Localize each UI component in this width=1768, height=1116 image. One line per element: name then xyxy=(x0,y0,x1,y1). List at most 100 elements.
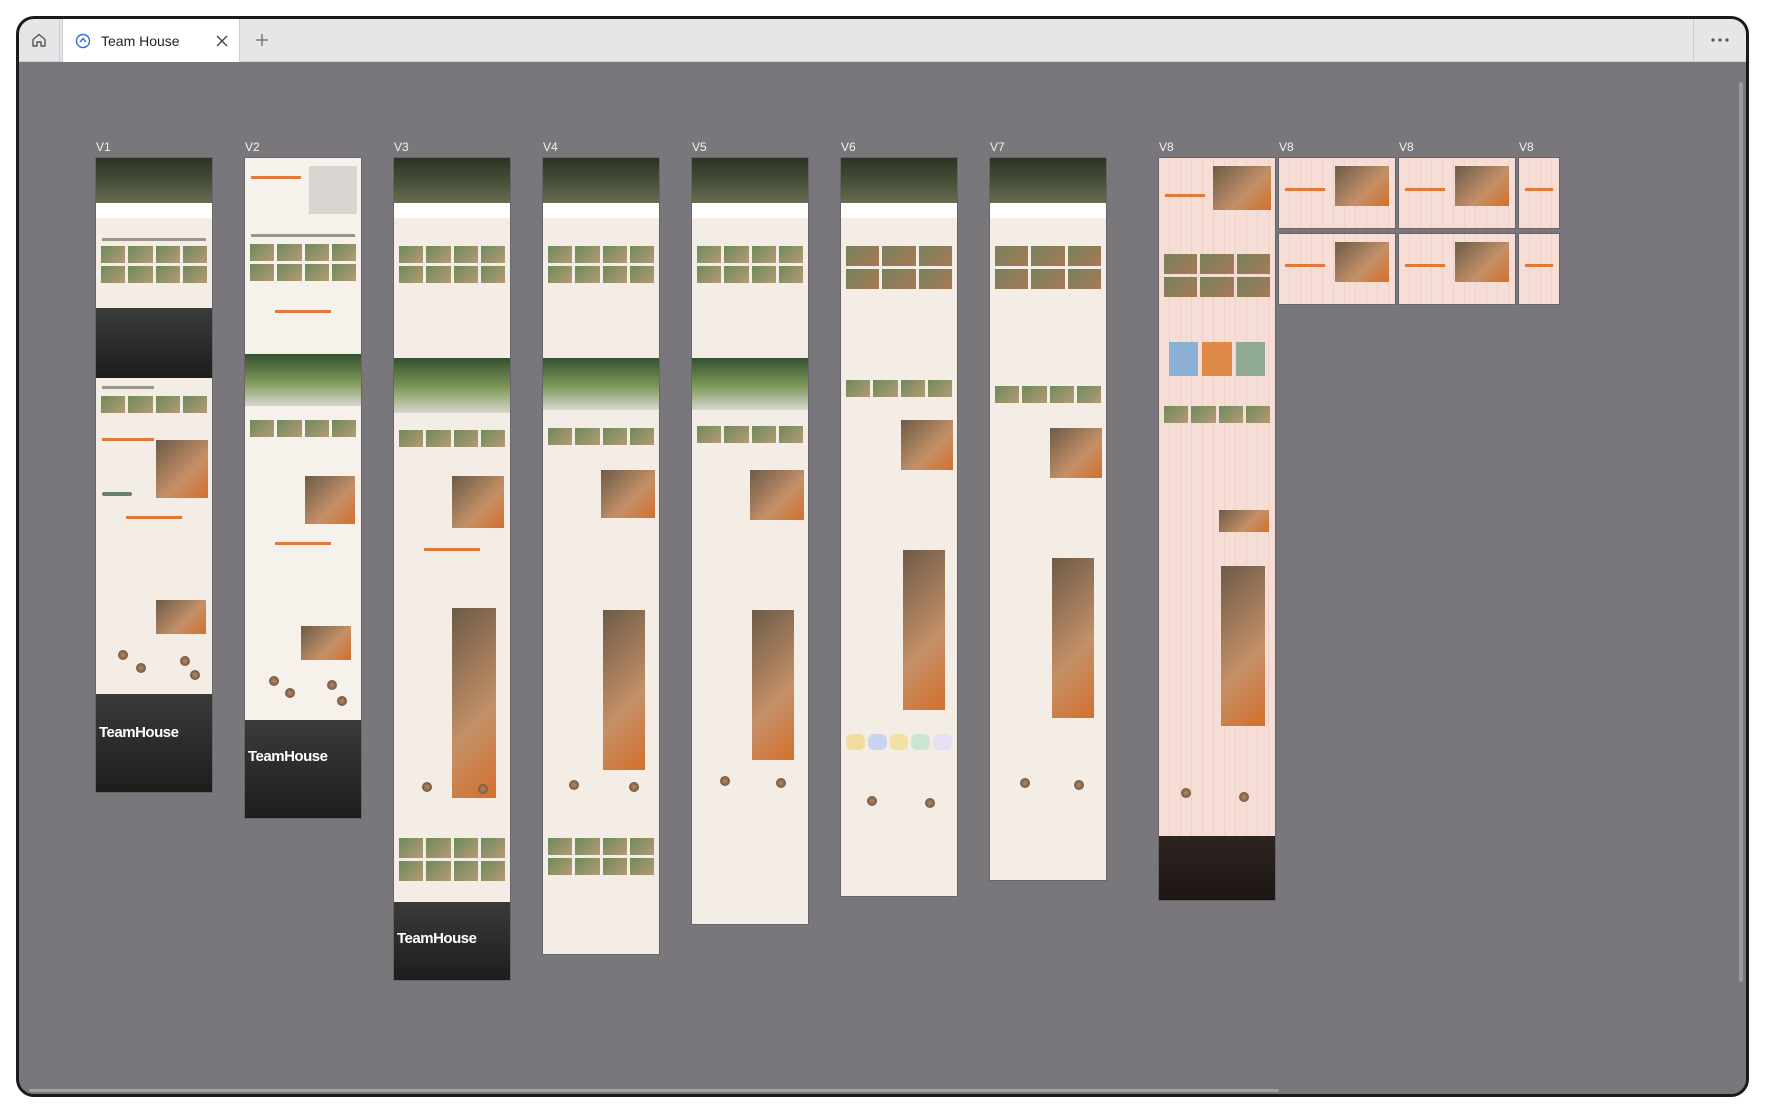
hero-photo xyxy=(1213,166,1271,210)
accent-heading xyxy=(1285,264,1325,267)
accent-heading xyxy=(126,516,182,519)
photo xyxy=(1050,428,1102,478)
frame-v6[interactable] xyxy=(841,158,957,896)
brand-wordmark: TeamHouse xyxy=(248,748,328,765)
frame-label-v7[interactable]: V7 xyxy=(990,140,1005,154)
more-icon xyxy=(1711,38,1729,42)
frame-label-v8[interactable]: V8 xyxy=(1159,140,1174,154)
destination-row xyxy=(692,426,808,443)
destination-grid xyxy=(245,244,361,281)
frame-label-v1[interactable]: V1 xyxy=(96,140,111,154)
destination-grid xyxy=(394,246,510,283)
accent-heading xyxy=(1525,188,1553,191)
nature-section xyxy=(543,358,659,410)
hero-section xyxy=(692,158,808,218)
frame-v7[interactable] xyxy=(990,158,1106,880)
frame-v5[interactable] xyxy=(692,158,808,924)
frame-label-v2[interactable]: V2 xyxy=(245,140,260,154)
frame-v8[interactable] xyxy=(1159,158,1275,900)
hero-section xyxy=(990,158,1106,218)
vertical-scrollbar[interactable] xyxy=(1739,82,1743,982)
tab-bar: Team House xyxy=(19,19,1746,62)
pastel-cards xyxy=(841,734,957,750)
photo xyxy=(156,600,206,634)
frame-v8-variant[interactable] xyxy=(1519,234,1559,304)
accent-heading xyxy=(1165,194,1205,197)
accent-heading xyxy=(275,310,331,313)
photo xyxy=(750,470,804,520)
photo xyxy=(156,440,208,498)
destination-grid xyxy=(96,246,212,283)
frame-label-v5[interactable]: V5 xyxy=(692,140,707,154)
photo-column xyxy=(752,610,794,760)
accent-heading xyxy=(275,542,331,545)
frame-v8-variant[interactable] xyxy=(1399,158,1515,228)
photo-gallery xyxy=(543,838,659,875)
design-canvas[interactable]: V1 V2 V3 V4 V5 V6 V7 V8 V8 V8 V8 TeamHou… xyxy=(19,62,1746,1094)
hero-section xyxy=(394,158,510,218)
accent-heading xyxy=(424,548,480,551)
destination-row xyxy=(990,386,1106,403)
hero-photo xyxy=(1335,242,1389,282)
brand-wordmark: TeamHouse xyxy=(397,930,477,947)
cta-tiles xyxy=(1169,342,1265,376)
hero-photo xyxy=(1455,166,1509,206)
frame-label-v8b[interactable]: V8 xyxy=(1279,140,1294,154)
accent-heading xyxy=(1525,264,1553,267)
destination-row xyxy=(1159,406,1275,423)
footer xyxy=(245,720,361,818)
accent-heading xyxy=(251,176,301,179)
horizontal-scrollbar[interactable] xyxy=(29,1089,1279,1092)
photo-column xyxy=(1052,558,1094,718)
team-photo-section xyxy=(96,308,212,378)
hero-section xyxy=(543,158,659,218)
frame-label-v8d[interactable]: V8 xyxy=(1519,140,1534,154)
cta-button xyxy=(102,492,132,496)
frame-v8-variant[interactable] xyxy=(1519,158,1559,228)
tab-close-button[interactable] xyxy=(205,24,239,58)
photo xyxy=(305,476,355,524)
destination-grid xyxy=(990,246,1106,289)
frame-label-v3[interactable]: V3 xyxy=(394,140,409,154)
frame-v2[interactable]: TeamHouse xyxy=(245,158,361,818)
home-button[interactable] xyxy=(19,19,60,61)
frame-v4[interactable] xyxy=(543,158,659,954)
footer xyxy=(96,694,212,792)
frame-label-v4[interactable]: V4 xyxy=(543,140,558,154)
photo-column xyxy=(903,550,945,710)
accent-heading xyxy=(102,438,154,441)
text-line xyxy=(251,234,355,237)
frame-v1[interactable]: TeamHouse xyxy=(96,158,212,792)
close-icon xyxy=(216,35,228,46)
text-line xyxy=(102,238,206,241)
more-options-button[interactable] xyxy=(1693,19,1746,61)
accent-heading xyxy=(1405,264,1445,267)
nature-section xyxy=(394,358,510,413)
photo-column xyxy=(452,608,496,798)
text-line xyxy=(102,386,154,389)
tab-title: Team House xyxy=(101,32,180,49)
hero-photo xyxy=(1455,242,1509,282)
tab-team-house[interactable]: Team House xyxy=(62,19,240,62)
hero-section xyxy=(841,158,957,218)
accent-heading xyxy=(1285,188,1325,191)
home-icon xyxy=(32,33,46,47)
destination-row xyxy=(543,428,659,445)
teamhouse-logo-icon xyxy=(75,33,91,48)
frame-label-v8c[interactable]: V8 xyxy=(1399,140,1414,154)
nature-section xyxy=(245,354,361,406)
photo xyxy=(601,470,655,518)
destination-row xyxy=(245,420,361,437)
frame-label-v6[interactable]: V6 xyxy=(841,140,856,154)
photo xyxy=(1219,510,1269,532)
photo xyxy=(301,626,351,660)
new-tab-button[interactable] xyxy=(245,23,279,57)
app-window: Team House V1 V2 V3 V4 V5 V6 V7 V8 V8 V8… xyxy=(16,16,1749,1097)
frame-v8-variant[interactable] xyxy=(1279,234,1395,304)
frame-v8-variant[interactable] xyxy=(1399,234,1515,304)
photo xyxy=(901,420,953,470)
frame-v3[interactable]: TeamHouse xyxy=(394,158,510,980)
destination-row xyxy=(841,380,957,397)
frame-v8-variant[interactable] xyxy=(1279,158,1395,228)
destination-grid xyxy=(1159,254,1275,297)
